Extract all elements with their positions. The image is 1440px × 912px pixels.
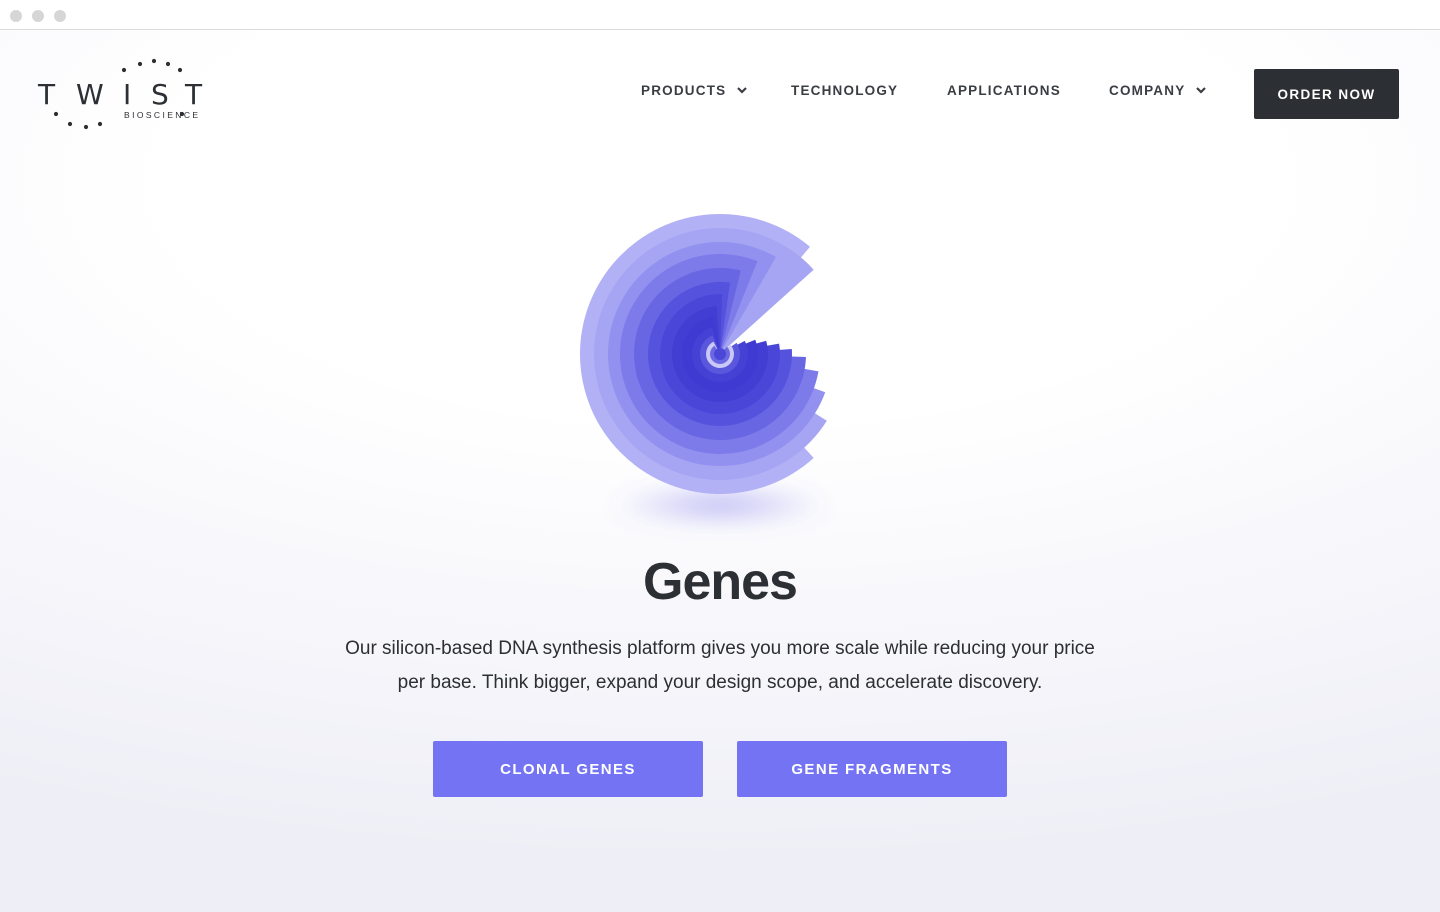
window-maximize-button[interactable] bbox=[54, 10, 66, 22]
nav-products-label: PRODUCTS bbox=[641, 83, 727, 98]
nav-products[interactable]: PRODUCTS bbox=[641, 83, 748, 98]
twist-bioscience-logo[interactable]: T W I S T BIOSCIENCE bbox=[38, 56, 208, 132]
nav-technology[interactable]: TECHNOLOGY bbox=[791, 83, 898, 98]
chevron-down-icon bbox=[1196, 87, 1206, 94]
hero-description: Our silicon-based DNA synthesis platform… bbox=[345, 638, 1095, 693]
window-close-button[interactable] bbox=[10, 10, 22, 22]
logo-letter-s: S bbox=[151, 78, 169, 111]
logo-letter-i: I bbox=[123, 78, 132, 111]
page-title: Genes bbox=[643, 553, 798, 611]
nav-applications[interactable]: APPLICATIONS bbox=[947, 83, 1061, 98]
logo-letter-w: W bbox=[76, 78, 104, 111]
nav-applications-label: APPLICATIONS bbox=[947, 83, 1061, 98]
order-now-button[interactable]: ORDER NOW bbox=[1254, 69, 1399, 119]
logo-letter-t2: T bbox=[185, 78, 203, 111]
gene-fragments-button[interactable]: GENE FRAGMENTS bbox=[737, 741, 1007, 797]
chevron-down-icon bbox=[737, 87, 748, 94]
genes-spiral-icon bbox=[580, 213, 830, 527]
window-minimize-button[interactable] bbox=[32, 10, 44, 22]
window-title-bar bbox=[0, 0, 1440, 30]
clonal-genes-button[interactable]: CLONAL GENES bbox=[433, 741, 703, 797]
nav-company-label: COMPANY bbox=[1109, 83, 1186, 98]
logo-subtitle: BIOSCIENCE bbox=[124, 110, 201, 120]
nav-technology-label: TECHNOLOGY bbox=[791, 83, 899, 98]
logo-letter-t1: T bbox=[38, 78, 56, 111]
nav-company[interactable]: COMPANY bbox=[1109, 83, 1206, 98]
